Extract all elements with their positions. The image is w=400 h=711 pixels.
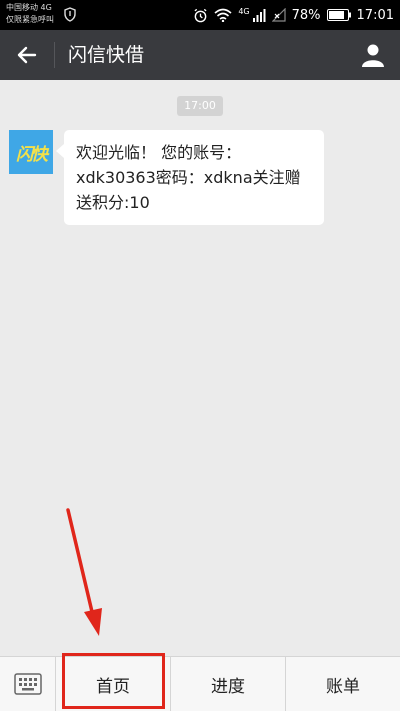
message-bubble: 欢迎光临！ 您的账号：xdk30363密码：xdkna关注赠送积分:10 bbox=[56, 130, 324, 225]
back-arrow-icon[interactable] bbox=[14, 42, 40, 68]
status-bar: 中国移动 4G 仅限紧急呼叫 4G 78% 17:01 bbox=[0, 0, 400, 30]
signal-icon bbox=[252, 9, 266, 22]
message-text: 欢迎光临！ 您的账号：xdk30363密码：xdkna关注赠送积分:10 bbox=[76, 143, 301, 212]
emergency-call-text: 仅限紧急呼叫 bbox=[6, 15, 54, 24]
battery-icon bbox=[326, 9, 351, 21]
keyboard-icon bbox=[13, 673, 42, 695]
app-bar: 闪信快借 bbox=[0, 30, 400, 80]
carrier-info: 中国移动 4G 仅限紧急呼叫 bbox=[6, 2, 54, 26]
shield-icon bbox=[64, 7, 76, 22]
keyboard-toggle[interactable] bbox=[0, 657, 56, 711]
avatar-logo-part-b: 快 bbox=[31, 144, 48, 165]
avatar-logo: 闪快 bbox=[16, 140, 48, 165]
no-signal-icon bbox=[271, 8, 286, 22]
menu-bill-button[interactable]: 账单 bbox=[286, 657, 400, 711]
carrier-name: 中国移动 4G bbox=[6, 3, 52, 12]
account-avatar[interactable]: 闪快 bbox=[9, 130, 53, 174]
network-type: 4G bbox=[238, 6, 250, 16]
message-timestamp: 17:00 bbox=[177, 96, 223, 116]
wifi-icon bbox=[214, 8, 232, 22]
clock: 17:01 bbox=[356, 7, 394, 23]
bottom-menu: 首页 进度 账单 bbox=[0, 656, 400, 711]
battery-percent: 78% bbox=[291, 7, 321, 23]
alarm-icon bbox=[194, 8, 207, 22]
appbar-divider bbox=[54, 42, 55, 68]
menu-progress-button[interactable]: 进度 bbox=[171, 657, 286, 711]
menu-home-button[interactable]: 首页 bbox=[56, 657, 171, 711]
chat-title: 闪信快借 bbox=[68, 44, 145, 66]
profile-icon[interactable] bbox=[360, 42, 386, 68]
avatar-logo-part-a: 闪 bbox=[16, 144, 33, 165]
